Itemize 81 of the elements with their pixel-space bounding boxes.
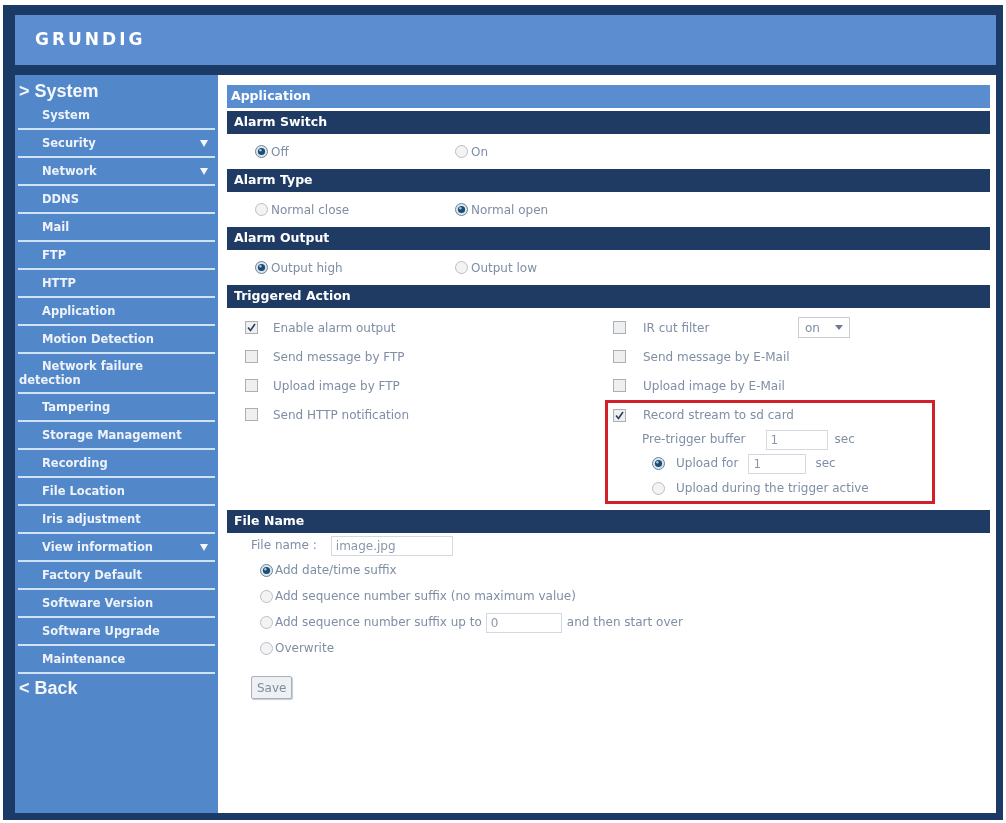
- section-header: File Name: [227, 510, 990, 533]
- option-label: Upload image by FTP: [273, 377, 400, 395]
- radio-button[interactable]: [260, 563, 273, 577]
- option-label: Send message by FTP: [273, 348, 405, 366]
- sidebar-item[interactable]: Motion Detection: [18, 326, 215, 354]
- sidebar-item[interactable]: Tampering: [18, 394, 215, 422]
- option-label: Upload during the trigger active: [676, 480, 869, 497]
- option-label: Output low: [471, 259, 537, 277]
- option-label: Overwrite: [275, 640, 335, 657]
- sidebar-item[interactable]: Software Upgrade: [18, 618, 215, 646]
- checkbox[interactable]: [613, 350, 626, 363]
- sidebar-item[interactable]: Mail: [18, 214, 215, 242]
- sidebar-item[interactable]: Storage Management: [18, 422, 215, 450]
- radio-button[interactable]: [260, 589, 273, 603]
- field-label: File name :: [251, 537, 317, 554]
- radio-button[interactable]: [255, 261, 268, 274]
- option-label: Send message by E-Mail: [643, 348, 791, 366]
- option-label: Add sequence number suffix (no maximum value): [275, 588, 576, 605]
- brand-logo: GRUNDIG: [35, 28, 146, 52]
- radio-button[interactable]: [260, 615, 273, 629]
- option-label: Enable alarm output: [273, 319, 396, 337]
- option-label: Add date/time suffix: [275, 562, 397, 579]
- checkbox[interactable]: [245, 408, 258, 421]
- option-label: Upload for: [676, 455, 739, 472]
- sidebar-item[interactable]: FTP: [18, 242, 215, 270]
- sidebar-item[interactable]: View information: [18, 534, 215, 562]
- sidebar-item[interactable]: File Location: [18, 478, 215, 506]
- checkbox[interactable]: [245, 350, 258, 363]
- option-label: Send HTTP notification: [273, 406, 410, 424]
- number-field[interactable]: 1: [765, 430, 828, 450]
- section-header: Alarm Switch: [227, 111, 990, 134]
- sidebar-item[interactable]: Recording: [18, 450, 215, 478]
- page-title-bar: Application: [227, 85, 990, 108]
- sidebar-item[interactable]: Maintenance: [18, 646, 215, 674]
- dropdown[interactable]: on: [798, 317, 850, 338]
- option-label: Add sequence number suffix up to: [275, 614, 482, 631]
- field-label: Pre-trigger buffer: [642, 431, 746, 448]
- sidebar-item[interactable]: Application: [18, 298, 215, 326]
- radio-button[interactable]: [255, 145, 268, 158]
- checkbox[interactable]: [613, 408, 626, 422]
- option-label: On: [471, 143, 489, 161]
- unit-label: sec: [834, 431, 855, 448]
- sidebar-item[interactable]: Security: [18, 130, 215, 158]
- option-label: Output high: [271, 259, 343, 277]
- radio-button[interactable]: [455, 203, 468, 216]
- sidebar-item[interactable]: Network: [18, 158, 215, 186]
- option-label: and then start over: [566, 614, 683, 631]
- text-field[interactable]: image.jpg: [330, 536, 453, 556]
- sidebar-item[interactable]: HTTP: [18, 270, 215, 298]
- option-label: Normal open: [471, 201, 549, 219]
- number-field[interactable]: 0: [485, 613, 562, 633]
- checkbox[interactable]: [613, 379, 626, 392]
- radio-button[interactable]: [652, 481, 665, 495]
- unit-label: sec: [815, 455, 836, 472]
- option-label: IR cut filter: [643, 319, 711, 337]
- save-button[interactable]: Save: [251, 676, 293, 699]
- section-header: Alarm Type: [227, 169, 990, 192]
- radio-button[interactable]: [255, 203, 268, 216]
- checkbox[interactable]: [245, 321, 258, 334]
- sidebar-heading[interactable]: > System: [19, 81, 99, 101]
- radio-button[interactable]: [455, 261, 468, 274]
- radio-button[interactable]: [652, 456, 665, 470]
- option-label: Upload image by E-Mail: [643, 377, 786, 395]
- sidebar-item[interactable]: Iris adjustment: [18, 506, 215, 534]
- sidebar-item[interactable]: Software Version: [18, 590, 215, 618]
- section-header: Triggered Action: [227, 285, 990, 308]
- sidebar-item[interactable]: DDNS: [18, 186, 215, 214]
- option-label: Off: [271, 143, 289, 161]
- radio-button[interactable]: [455, 145, 468, 158]
- number-field[interactable]: 1: [748, 454, 807, 474]
- caret-icon: [835, 325, 843, 330]
- back-link[interactable]: < Back: [19, 678, 78, 698]
- option-label: Record stream to sd card: [643, 407, 795, 424]
- radio-button[interactable]: [260, 641, 273, 655]
- option-label: Normal close: [271, 201, 350, 219]
- sidebar-item[interactable]: Factory Default: [18, 562, 215, 590]
- checkbox[interactable]: [613, 321, 626, 334]
- sidebar-item[interactable]: Network failure detection: [18, 354, 215, 394]
- checkbox[interactable]: [245, 379, 258, 392]
- section-header: Alarm Output: [227, 227, 990, 250]
- sidebar-item[interactable]: System: [18, 102, 215, 130]
